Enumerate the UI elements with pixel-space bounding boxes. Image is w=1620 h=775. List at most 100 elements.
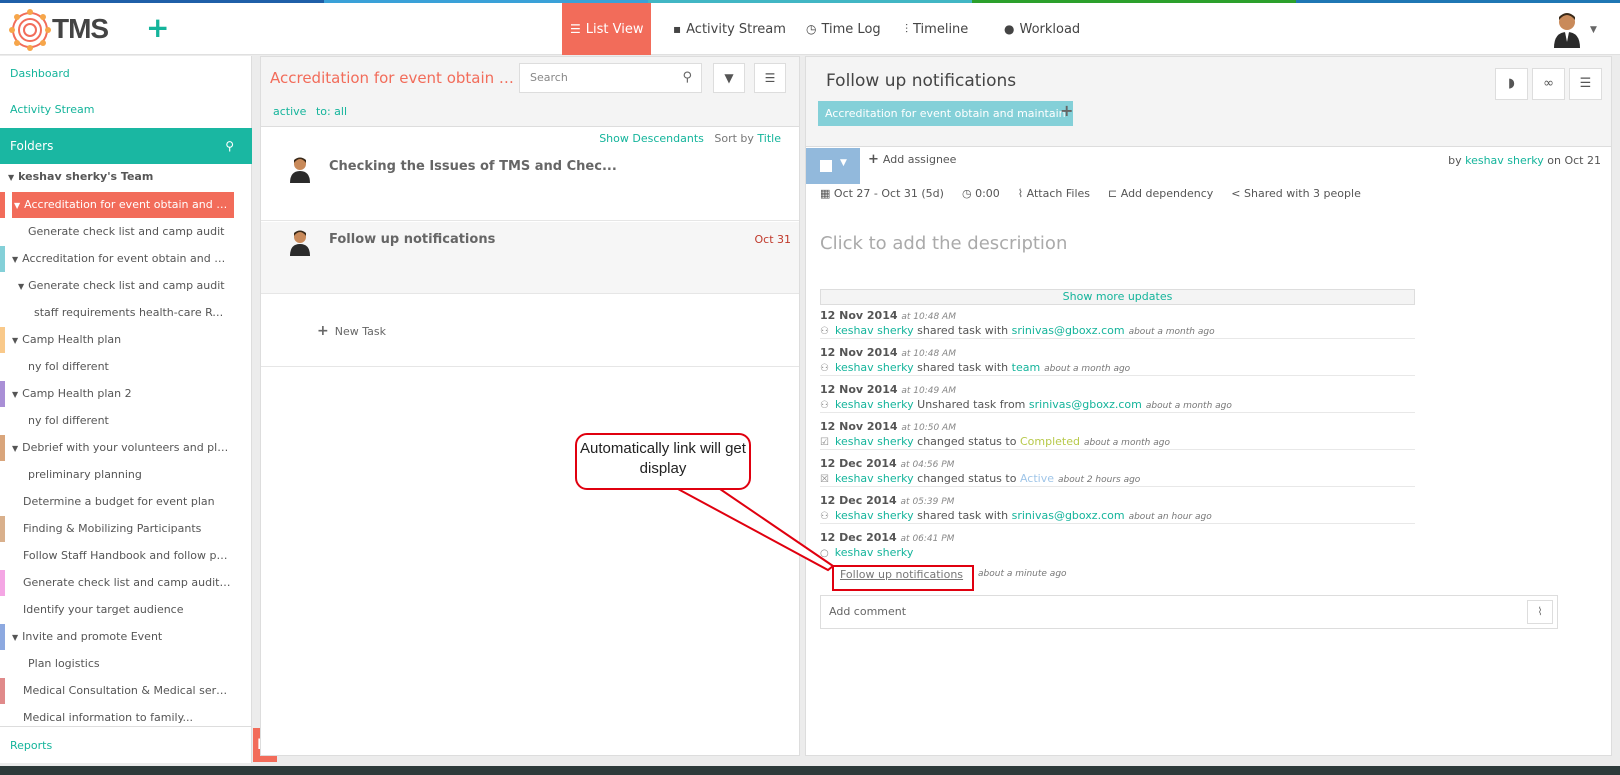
update-line: ⚇ keshav sherky Unshared task from sriniv… (820, 396, 1415, 413)
search-icon[interactable]: ⚲ (225, 128, 234, 164)
new-task-button[interactable]: + New Task (317, 323, 386, 339)
sidebar-reports[interactable]: Reports (10, 739, 52, 752)
folder-color-bar (0, 381, 5, 407)
rss-icon[interactable]: ◗ (1495, 68, 1528, 100)
task-title[interactable]: Follow up notifications (826, 71, 1016, 91)
folder-item[interactable]: ▼ Accreditation for event obtain and mai.… (12, 192, 234, 218)
folder-item[interactable]: Generate check list and camp audit He... (23, 570, 233, 596)
folder-item[interactable]: ▼ Camp Health plan (12, 327, 232, 353)
user-link[interactable]: keshav sherky (835, 472, 914, 485)
folder-item[interactable]: Follow Staff Handbook and follow poli... (23, 543, 233, 569)
sort-row: Show Descendants Sort by Title (261, 129, 799, 149)
user-link[interactable]: keshav sherky (835, 509, 914, 522)
sort-field-link[interactable]: Title (757, 132, 781, 145)
folder-item[interactable]: staff requirements health-care Resp... (34, 300, 230, 326)
user-link[interactable]: keshav sherky (835, 546, 914, 559)
user-link[interactable]: keshav sherky (835, 324, 914, 337)
folder-item[interactable]: Generate check list and camp audit (28, 219, 238, 245)
search-icon[interactable]: ⚲ (682, 64, 692, 92)
nav-time-log[interactable]: ◷ Time Log (798, 3, 889, 55)
folder-label: Generate check list and camp audit (28, 225, 225, 238)
caret-down-icon: ▼ (12, 390, 19, 399)
paperclip-icon[interactable]: ⌇ (1527, 600, 1553, 624)
link-icon[interactable]: ∞ (1532, 68, 1565, 100)
folder-item[interactable]: Finding & Mobilizing Participants (23, 516, 238, 542)
folder-item[interactable]: ny fol different (28, 354, 238, 380)
folder-item[interactable]: ny fol different (28, 408, 238, 434)
task-row[interactable]: Checking the Issues of TMS and Chec... (261, 149, 799, 221)
user-avatar[interactable] (1552, 12, 1582, 48)
folder-item[interactable]: ▼ Accreditation for event obtain and mai.… (12, 246, 232, 272)
filter-to[interactable]: to: all (316, 105, 347, 118)
share-icon: ⚇ (820, 363, 829, 374)
sidebar-dashboard[interactable]: Dashboard (10, 67, 70, 80)
target-link[interactable]: srinivas@gboxz.com (1012, 324, 1125, 337)
user-link[interactable]: keshav sherky (835, 361, 914, 374)
new-task-row[interactable]: + New Task (261, 295, 799, 367)
update-line: ○ keshav sherky (820, 544, 1415, 560)
add-icon[interactable]: + (146, 14, 169, 42)
user-icon: ● (1004, 22, 1015, 36)
folder-item[interactable]: ▼ Generate check list and camp audit (18, 273, 238, 299)
folder-label: Plan logistics (28, 657, 100, 670)
status-dropdown[interactable]: ▼ (806, 148, 860, 184)
author-link[interactable]: keshav sherky (1465, 154, 1544, 167)
team-node[interactable]: ▼ keshav sherky's Team (8, 164, 248, 190)
add-comment-input[interactable]: Add comment ⌇ (820, 595, 1558, 629)
shared-with-button[interactable]: < Shared with 3 people (1231, 187, 1361, 200)
add-assignee-button[interactable]: + Add assignee (868, 152, 956, 167)
folder-item[interactable]: Determine a budget for event plan (23, 489, 238, 515)
folder-item[interactable]: ▼ Camp Health plan 2 (12, 381, 232, 407)
show-descendants-link[interactable]: Show Descendants (599, 132, 704, 145)
status-active: Active (1019, 472, 1054, 485)
target-link[interactable]: team (1012, 361, 1041, 374)
bottom-bar (0, 766, 1620, 775)
menu-icon[interactable]: ☰ (1569, 68, 1602, 100)
update-ago: about a month ago (1083, 438, 1170, 448)
update-date-text: 12 Dec 2014 (820, 494, 897, 507)
caret-down-icon: ▼ (18, 282, 25, 291)
folder-tag[interactable]: Accreditation for event obtain and maint… (818, 101, 1073, 126)
filter-icon[interactable]: ▼ (713, 63, 745, 93)
sidebar-footer: Reports (0, 726, 252, 763)
target-link[interactable]: srinivas@gboxz.com (1012, 509, 1125, 522)
nav-workload[interactable]: ● Workload (996, 3, 1088, 55)
paperclip-icon: ⌇ (1017, 187, 1024, 200)
folder-item[interactable]: ▼ Invite and promote Event (12, 624, 232, 650)
folder-item[interactable]: Plan logistics (28, 651, 238, 677)
date-range[interactable]: ▦ Oct 27 - Oct 31 (5d) (820, 187, 944, 200)
nav-list-view[interactable]: ☰ List View (562, 3, 652, 55)
sidebar-activity-stream[interactable]: Activity Stream (10, 103, 94, 116)
status-checkbox[interactable] (820, 160, 832, 172)
folders-label: Folders (10, 139, 54, 153)
target-link[interactable]: srinivas@gboxz.com (1029, 398, 1142, 411)
attach-files-button[interactable]: ⌇ Attach Files (1018, 187, 1090, 200)
chevron-down-icon[interactable]: ▼ (1590, 25, 1597, 35)
avatar (290, 157, 310, 183)
menu-icon[interactable]: ☰ (754, 63, 786, 93)
filter-active[interactable]: active (273, 105, 306, 118)
task-link[interactable]: Follow up notifications (840, 568, 963, 581)
sort-by-label: Sort by (714, 132, 754, 145)
folder-item[interactable]: preliminary planning (28, 462, 238, 488)
add-dependency-button[interactable]: ⊏ Add dependency (1108, 187, 1213, 200)
update-line: ☑ keshav sherky changed status to Complet… (820, 433, 1415, 450)
description-field[interactable]: Click to add the description (820, 233, 1067, 254)
show-more-updates-button[interactable]: Show more updates (820, 289, 1415, 305)
nav-activity-stream[interactable]: ▪ Activity Stream (665, 3, 794, 55)
update-action: changed status to (917, 472, 1017, 485)
folders-header[interactable]: Folders ⚲ (0, 128, 252, 164)
plus-icon: + (868, 152, 879, 167)
sidebar: Dashboard Activity Stream Folders ⚲ ▼ kes… (0, 56, 252, 763)
user-link[interactable]: keshav sherky (835, 398, 914, 411)
folder-item[interactable]: ▼ Debrief with your volunteers and plan..… (12, 435, 232, 461)
nav-timeline[interactable]: ⫶ Timeline (897, 3, 976, 55)
folder-item[interactable]: Medical Consultation & Medical service..… (23, 678, 233, 704)
add-tag-icon[interactable]: + (1060, 101, 1073, 120)
time-tracked[interactable]: ◷ 0:00 (962, 187, 1000, 200)
task-row[interactable]: Follow up notifications Oct 31 (261, 222, 799, 294)
folder-item[interactable]: Identify your target audience (23, 597, 238, 623)
search-input[interactable]: Search ⚲ (519, 63, 702, 93)
user-link[interactable]: keshav sherky (835, 435, 914, 448)
folder-color-bar (0, 327, 5, 353)
